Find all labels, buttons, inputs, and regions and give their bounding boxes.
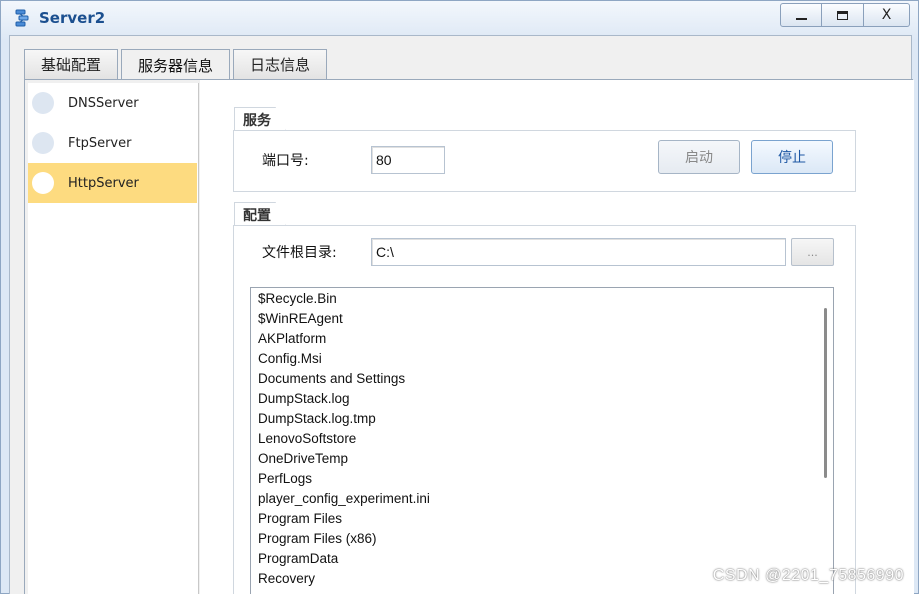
title-bar[interactable]: Server2 X xyxy=(1,1,918,35)
server-app-icon xyxy=(15,9,29,27)
service-group-title: 服务 xyxy=(234,107,286,131)
list-item[interactable]: DumpStack.log xyxy=(251,389,833,409)
list-item[interactable]: Documents and Settings xyxy=(251,369,833,389)
tab-strip: 基础配置 服务器信息 日志信息 xyxy=(24,49,330,80)
config-group-title: 配置 xyxy=(234,202,286,226)
list-item[interactable]: LenovoSoftstore xyxy=(251,429,833,449)
minimize-icon xyxy=(795,18,807,20)
sidebar-item-ftpserver[interactable]: FtpServer xyxy=(28,123,197,163)
server-status-icon xyxy=(32,92,54,114)
sidebar-item-dnsserver[interactable]: DNSServer xyxy=(28,83,197,123)
server-settings-panel: 服务 端口号: 80 启动 停止 配置 文件根目录: C:\ ... $Recy… xyxy=(200,80,914,594)
server-status-icon xyxy=(32,172,54,194)
start-button[interactable]: 启动 xyxy=(658,140,740,174)
root-dir-input[interactable]: C:\ xyxy=(371,238,786,266)
list-item[interactable]: OneDriveTemp xyxy=(251,449,833,469)
window-controls: X xyxy=(780,3,910,27)
sidebar-item-httpserver[interactable]: HttpServer xyxy=(28,163,197,203)
client-area: 基础配置 服务器信息 日志信息 DNSServer FtpServer Http… xyxy=(9,35,914,594)
stop-button[interactable]: 停止 xyxy=(751,140,833,174)
port-label: 端口号: xyxy=(262,153,309,169)
server-list: DNSServer FtpServer HttpServer xyxy=(28,83,199,594)
file-list-scrollbar[interactable] xyxy=(824,308,827,478)
tab-server-info[interactable]: 服务器信息 xyxy=(121,49,231,80)
root-dir-label: 文件根目录: xyxy=(262,245,337,261)
list-item[interactable]: Config.Msi xyxy=(251,349,833,369)
list-item[interactable]: player_config_experiment.ini xyxy=(251,489,833,509)
tab-basic-config[interactable]: 基础配置 xyxy=(24,49,119,79)
list-item[interactable]: Program Files (x86) xyxy=(251,529,833,549)
file-list[interactable]: $Recycle.Bin $WinREAgent AKPlatform Conf… xyxy=(250,287,834,594)
maximize-button[interactable] xyxy=(822,3,864,27)
browse-button[interactable]: ... xyxy=(791,238,834,266)
minimize-button[interactable] xyxy=(780,3,822,27)
sidebar-item-label: DNSServer xyxy=(68,95,139,111)
server2-window: Server2 X 基础配置 服务器信息 日志信息 DNSServer FtpS… xyxy=(0,0,919,594)
sidebar-item-label: FtpServer xyxy=(68,135,132,151)
config-group: 文件根目录: C:\ ... $Recycle.Bin $WinREAgent … xyxy=(233,225,856,594)
watermark: CSDN @2201_75856990 xyxy=(712,567,904,584)
list-item[interactable]: ProgramData xyxy=(251,549,833,569)
window-title: Server2 xyxy=(39,9,106,27)
tab-panel: DNSServer FtpServer HttpServer 服务 端口号: 8… xyxy=(24,79,914,594)
close-icon: X xyxy=(881,7,892,23)
maximize-icon xyxy=(837,10,848,20)
sidebar-item-label: HttpServer xyxy=(68,175,139,191)
port-input[interactable]: 80 xyxy=(371,146,445,174)
server-status-icon xyxy=(32,132,54,154)
list-item[interactable]: AKPlatform xyxy=(251,329,833,349)
list-item[interactable]: PerfLogs xyxy=(251,469,833,489)
close-button[interactable]: X xyxy=(864,3,910,27)
list-item[interactable]: Program Files xyxy=(251,509,833,529)
list-item[interactable]: $WinREAgent xyxy=(251,309,833,329)
tab-log-info[interactable]: 日志信息 xyxy=(233,49,328,79)
list-item[interactable]: $Recycle.Bin xyxy=(251,289,833,309)
service-group: 端口号: 80 启动 停止 xyxy=(233,130,856,192)
list-item[interactable]: DumpStack.log.tmp xyxy=(251,409,833,429)
